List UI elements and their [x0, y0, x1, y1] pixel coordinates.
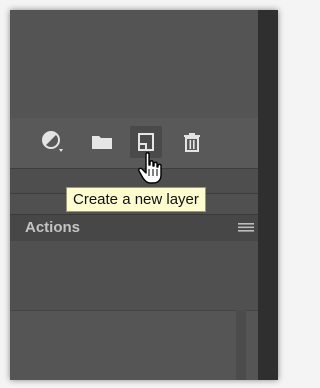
hand-cursor-icon	[138, 152, 162, 184]
app-window: Actions Create a new layer	[10, 10, 278, 380]
canvas-edge	[258, 10, 278, 380]
actions-panel-header[interactable]: Actions	[10, 214, 258, 242]
lower-panel	[10, 310, 258, 380]
layers-toolbar	[10, 118, 258, 169]
layers-list[interactable]	[10, 10, 258, 118]
actions-list[interactable]	[10, 241, 258, 311]
tooltip: Create a new layer	[66, 187, 206, 212]
panel-menu-icon[interactable]	[238, 222, 254, 234]
adjustment-layer-button[interactable]	[36, 126, 68, 158]
delete-layer-button[interactable]	[176, 126, 208, 158]
new-layer-icon	[138, 133, 154, 151]
scrollbar[interactable]	[236, 310, 246, 380]
new-group-button[interactable]	[86, 126, 118, 158]
trash-icon	[184, 133, 200, 152]
adjustment-layer-icon	[42, 131, 63, 152]
folder-icon	[92, 136, 112, 149]
actions-panel-title: Actions	[25, 219, 81, 236]
